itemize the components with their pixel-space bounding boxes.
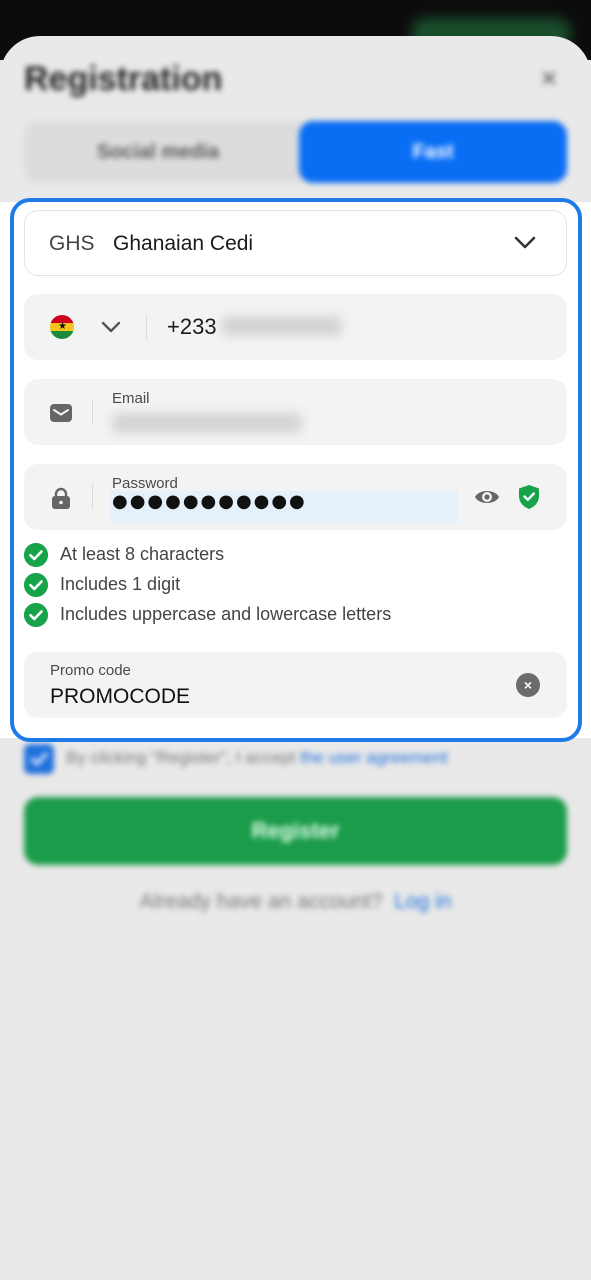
login-prompt: Already have an account? Log in	[0, 890, 591, 914]
page-title: Registration	[24, 60, 223, 98]
agreement-checkbox[interactable]	[24, 744, 54, 774]
tab-fast[interactable]: Fast	[299, 121, 567, 183]
user-agreement-link[interactable]: the user agreement	[300, 748, 447, 767]
close-button[interactable]: ×	[534, 64, 564, 94]
tab-social-media[interactable]: Social media	[24, 121, 292, 183]
agreement-prefix: By clicking "Register", I accept	[66, 748, 296, 767]
registration-tabs: Social media Fast	[24, 121, 567, 183]
check-icon	[30, 752, 48, 766]
login-prompt-text: Already have an account?	[139, 890, 383, 913]
agreement-text: By clicking "Register", I accept the use…	[66, 748, 448, 768]
login-link[interactable]: Log in	[394, 890, 451, 913]
register-button[interactable]: Register	[24, 797, 567, 865]
focus-highlight	[10, 198, 582, 742]
